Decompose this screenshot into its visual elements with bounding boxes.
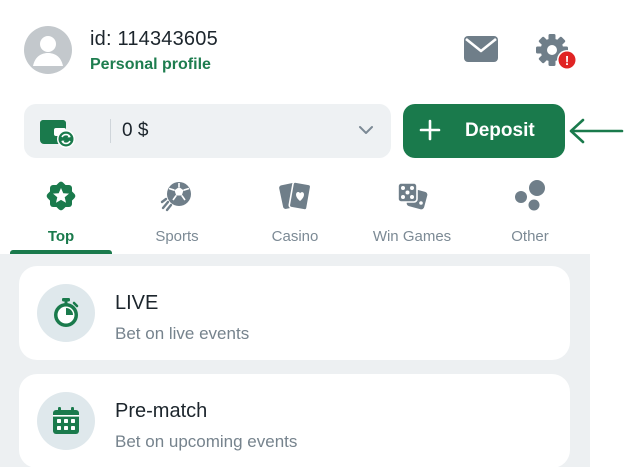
alert-badge: ! — [557, 50, 577, 70]
messages-button[interactable] — [463, 34, 499, 64]
menu-list: LIVE Bet on live events Pre-match Bet on… — [0, 254, 590, 467]
plus-icon — [419, 119, 441, 141]
tab-top[interactable]: Top — [10, 170, 112, 254]
pre-match-title: Pre-match — [115, 400, 208, 422]
tab-other[interactable]: Other — [478, 170, 582, 254]
tab-casino-label: Casino — [271, 228, 319, 245]
calendar-icon — [53, 407, 79, 434]
svg-text:!: ! — [565, 53, 569, 68]
dice-icon — [397, 182, 428, 210]
live-icon-wrap — [37, 284, 95, 342]
playing-cards-icon — [279, 181, 312, 211]
bubbles-icon — [515, 180, 545, 211]
avatar[interactable] — [24, 26, 72, 74]
settings-button[interactable]: ! — [535, 32, 579, 72]
live-card[interactable]: LIVE Bet on live events — [19, 266, 570, 360]
gear-icon: ! — [536, 34, 577, 70]
deposit-label: Deposit — [465, 120, 535, 141]
arrow-left-icon — [569, 118, 624, 144]
balance-selector[interactable]: 0 $ — [24, 104, 391, 158]
tab-win-games-label: Win Games — [372, 228, 452, 245]
balance-divider — [110, 119, 111, 143]
live-subtitle: Bet on live events — [115, 324, 250, 343]
tab-sports-label: Sports — [155, 228, 199, 245]
tab-win-games[interactable]: Win Games — [360, 170, 464, 254]
balance-amount: 0 $ — [122, 120, 149, 141]
soccer-ball-icon — [160, 182, 191, 212]
personal-profile-link[interactable]: Personal profile — [90, 56, 211, 74]
tab-top-label: Top — [47, 228, 75, 245]
pre-match-icon-wrap — [37, 392, 95, 450]
pre-match-card[interactable]: Pre-match Bet on upcoming events — [19, 374, 570, 467]
live-title: LIVE — [115, 292, 159, 314]
user-icon — [33, 36, 63, 66]
tab-other-label: Other — [511, 228, 549, 245]
pre-match-subtitle: Bet on upcoming events — [115, 432, 298, 451]
wallet-icon — [40, 120, 75, 148]
deposit-button[interactable]: Deposit — [403, 104, 565, 158]
user-id: id: 114343605 — [90, 28, 218, 50]
chevron-down-icon — [359, 126, 373, 134]
tab-sports[interactable]: Sports — [126, 170, 228, 254]
stopwatch-icon — [54, 298, 79, 327]
star-badge-icon — [46, 181, 76, 211]
tab-casino[interactable]: Casino — [244, 170, 346, 254]
category-tabs: Top Sports Casino Win Games Other — [0, 170, 590, 254]
mail-icon — [464, 36, 498, 62]
profile-header: id: 114343605 Personal profile ! — [0, 0, 590, 100]
